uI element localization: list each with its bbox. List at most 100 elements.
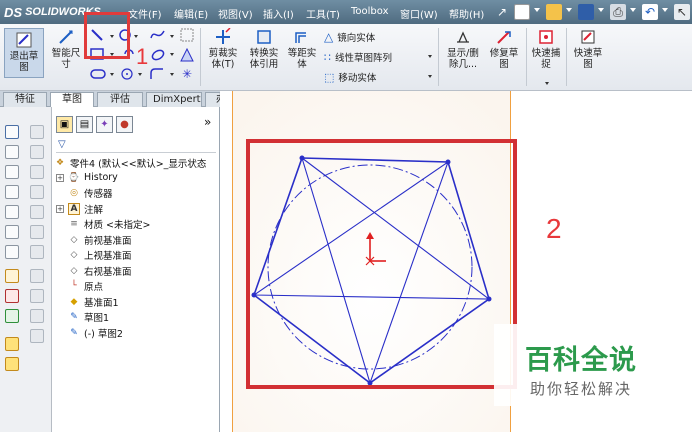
- tree-item-sensors[interactable]: ◎ 传感器: [68, 185, 112, 200]
- tree-item-top-plane[interactable]: ◇ 上视基准面: [68, 247, 132, 262]
- menu-view[interactable]: 视图(V): [218, 6, 253, 21]
- linear-pattern-button[interactable]: ∷ 线性草图阵列: [324, 50, 393, 65]
- tab-sketch[interactable]: 草图: [50, 92, 94, 107]
- repair-sketch-button[interactable]: 修复草 图: [484, 28, 524, 70]
- shell-icon[interactable]: [30, 165, 44, 179]
- dome-icon[interactable]: [30, 269, 44, 283]
- mirror-icon[interactable]: [30, 245, 44, 259]
- ellipse-tool-icon[interactable]: [150, 48, 166, 65]
- relations-icon[interactable]: [5, 309, 19, 323]
- left-toolbar: [0, 107, 52, 432]
- menu-edit[interactable]: 编辑(E): [174, 6, 208, 21]
- select-icon[interactable]: ↖: [674, 4, 690, 20]
- linear-pattern-icon[interactable]: [30, 225, 44, 239]
- menu-window[interactable]: 窗口(W): [400, 6, 438, 21]
- draft-icon[interactable]: [30, 185, 44, 199]
- filter-icon[interactable]: ▽: [56, 139, 216, 153]
- smart-dimension-button[interactable]: 智能尺 寸: [48, 28, 84, 70]
- menu-tools[interactable]: 工具(T): [306, 6, 340, 21]
- open-dropdown-icon[interactable]: [566, 8, 572, 12]
- spline-tool-icon[interactable]: [150, 28, 166, 45]
- tree-item-front-plane[interactable]: ◇ 前视基准面: [68, 232, 132, 247]
- expand-icon[interactable]: +: [56, 173, 64, 182]
- pushpin-icon[interactable]: ↗: [494, 4, 510, 20]
- new-document-icon[interactable]: [514, 4, 530, 20]
- loft-icon[interactable]: [5, 185, 19, 199]
- slot-dropdown-icon[interactable]: [110, 73, 114, 76]
- part-root[interactable]: ❖ 零件4 (默认<<默认>_显示状态: [54, 155, 206, 170]
- tab-evaluate[interactable]: 评估: [97, 92, 143, 107]
- tree-item-annotations[interactable]: + A 注解: [56, 201, 103, 216]
- tree-item-sketch2[interactable]: ✎ (-) 草图2: [68, 325, 123, 340]
- grid-tool-icon[interactable]: [180, 28, 194, 45]
- open-folder-icon[interactable]: [546, 4, 562, 20]
- wrap-icon[interactable]: [30, 289, 44, 303]
- quick-snap-dropdown-icon[interactable]: [545, 82, 549, 85]
- menu-help[interactable]: 帮助(H): [449, 6, 484, 21]
- fillet-dropdown-icon[interactable]: [170, 73, 174, 76]
- print-dropdown-icon[interactable]: [630, 8, 636, 12]
- sweep-icon[interactable]: [5, 165, 19, 179]
- menu-toolbox[interactable]: Toolbox: [351, 6, 389, 17]
- convert-entities-button[interactable]: 转换实 体引用: [244, 28, 284, 70]
- tree-item-material[interactable]: ≡ 材质 <未指定>: [68, 216, 150, 231]
- instant3d-icon[interactable]: [30, 329, 44, 343]
- undo-icon[interactable]: ↶: [642, 4, 658, 20]
- linear-pattern-label: 线性草图阵列: [335, 53, 393, 64]
- feature-tree-tab-icon[interactable]: ▣: [56, 116, 73, 133]
- plane-icon[interactable]: [5, 337, 19, 351]
- tree-item-sketch1[interactable]: ✎ 草图1: [68, 309, 109, 324]
- tab-dimxpert[interactable]: DimXpert: [146, 92, 202, 107]
- ribbon-separator: [526, 28, 527, 86]
- offset-entities-button[interactable]: 等距实 体: [284, 28, 320, 70]
- menu-insert[interactable]: 插入(I): [263, 6, 294, 21]
- ellipse-dropdown-icon[interactable]: [170, 53, 174, 56]
- tree-item-origin[interactable]: └ 原点: [68, 278, 103, 293]
- undo-dropdown-icon[interactable]: [662, 8, 668, 12]
- chamfer-icon[interactable]: [30, 125, 44, 139]
- quick-snaps-button[interactable]: 快速捕 捉: [528, 28, 564, 70]
- fillet-tool-icon[interactable]: [150, 68, 164, 83]
- reference-geometry-icon[interactable]: [5, 357, 19, 371]
- revolve-icon[interactable]: [5, 145, 19, 159]
- polygon-tool-icon[interactable]: [120, 68, 134, 83]
- smart-dimension-icon[interactable]: [5, 289, 19, 303]
- rib-icon[interactable]: [30, 145, 44, 159]
- sketch-icon[interactable]: [5, 269, 19, 283]
- ds-logo-mark: DS: [4, 4, 23, 20]
- trim-entities-button[interactable]: 剪裁实 体(T): [204, 28, 242, 70]
- save-dropdown-icon[interactable]: [598, 8, 604, 12]
- exit-sketch-button[interactable]: 退出草 图: [4, 28, 44, 78]
- extrude-boss-icon[interactable]: [5, 125, 19, 139]
- curves-icon[interactable]: [30, 309, 44, 323]
- expand-panel-icon[interactable]: »: [204, 115, 211, 129]
- menu-file[interactable]: 文件(F): [128, 6, 162, 21]
- extrude-cut-icon[interactable]: [5, 205, 19, 219]
- print-icon[interactable]: ⎙: [610, 4, 626, 20]
- revolve-cut-icon[interactable]: [5, 225, 19, 239]
- text-tool-icon[interactable]: [180, 47, 194, 65]
- tree-item-right-plane[interactable]: ◇ 右视基准面: [68, 263, 132, 278]
- rapid-sketch-button[interactable]: 快速草 图: [570, 28, 606, 70]
- expand-icon[interactable]: +: [56, 204, 64, 213]
- fillet-icon[interactable]: [5, 245, 19, 259]
- circle-dropdown-icon[interactable]: [134, 35, 138, 38]
- tree-item-plane1[interactable]: ◆ 基准面1: [68, 294, 119, 309]
- tab-features[interactable]: 特征: [3, 92, 47, 107]
- point-tool-icon[interactable]: ✳: [182, 67, 192, 81]
- linear-pattern-dropdown-icon[interactable]: [428, 55, 432, 58]
- move-entities-button[interactable]: ⬚ 移动实体: [324, 70, 376, 85]
- polygon-dropdown-icon[interactable]: [138, 73, 142, 76]
- mirror-entities-button[interactable]: △ 镜向实体: [324, 30, 375, 44]
- new-dropdown-icon[interactable]: [534, 8, 540, 12]
- save-icon[interactable]: [578, 4, 594, 20]
- appearance-tab-icon[interactable]: ●: [116, 116, 133, 133]
- move-dropdown-icon[interactable]: [428, 75, 432, 78]
- hole-wizard-icon[interactable]: [30, 205, 44, 219]
- spline-dropdown-icon[interactable]: [170, 35, 174, 38]
- slot-straight-tool-icon[interactable]: [90, 68, 106, 83]
- tree-item-history[interactable]: + ⌚ History: [56, 170, 118, 185]
- property-manager-tab-icon[interactable]: ▤: [76, 116, 93, 133]
- configuration-tab-icon[interactable]: ✦: [96, 116, 113, 133]
- show-delete-relations-button[interactable]: 显示/删 除几...: [442, 28, 484, 70]
